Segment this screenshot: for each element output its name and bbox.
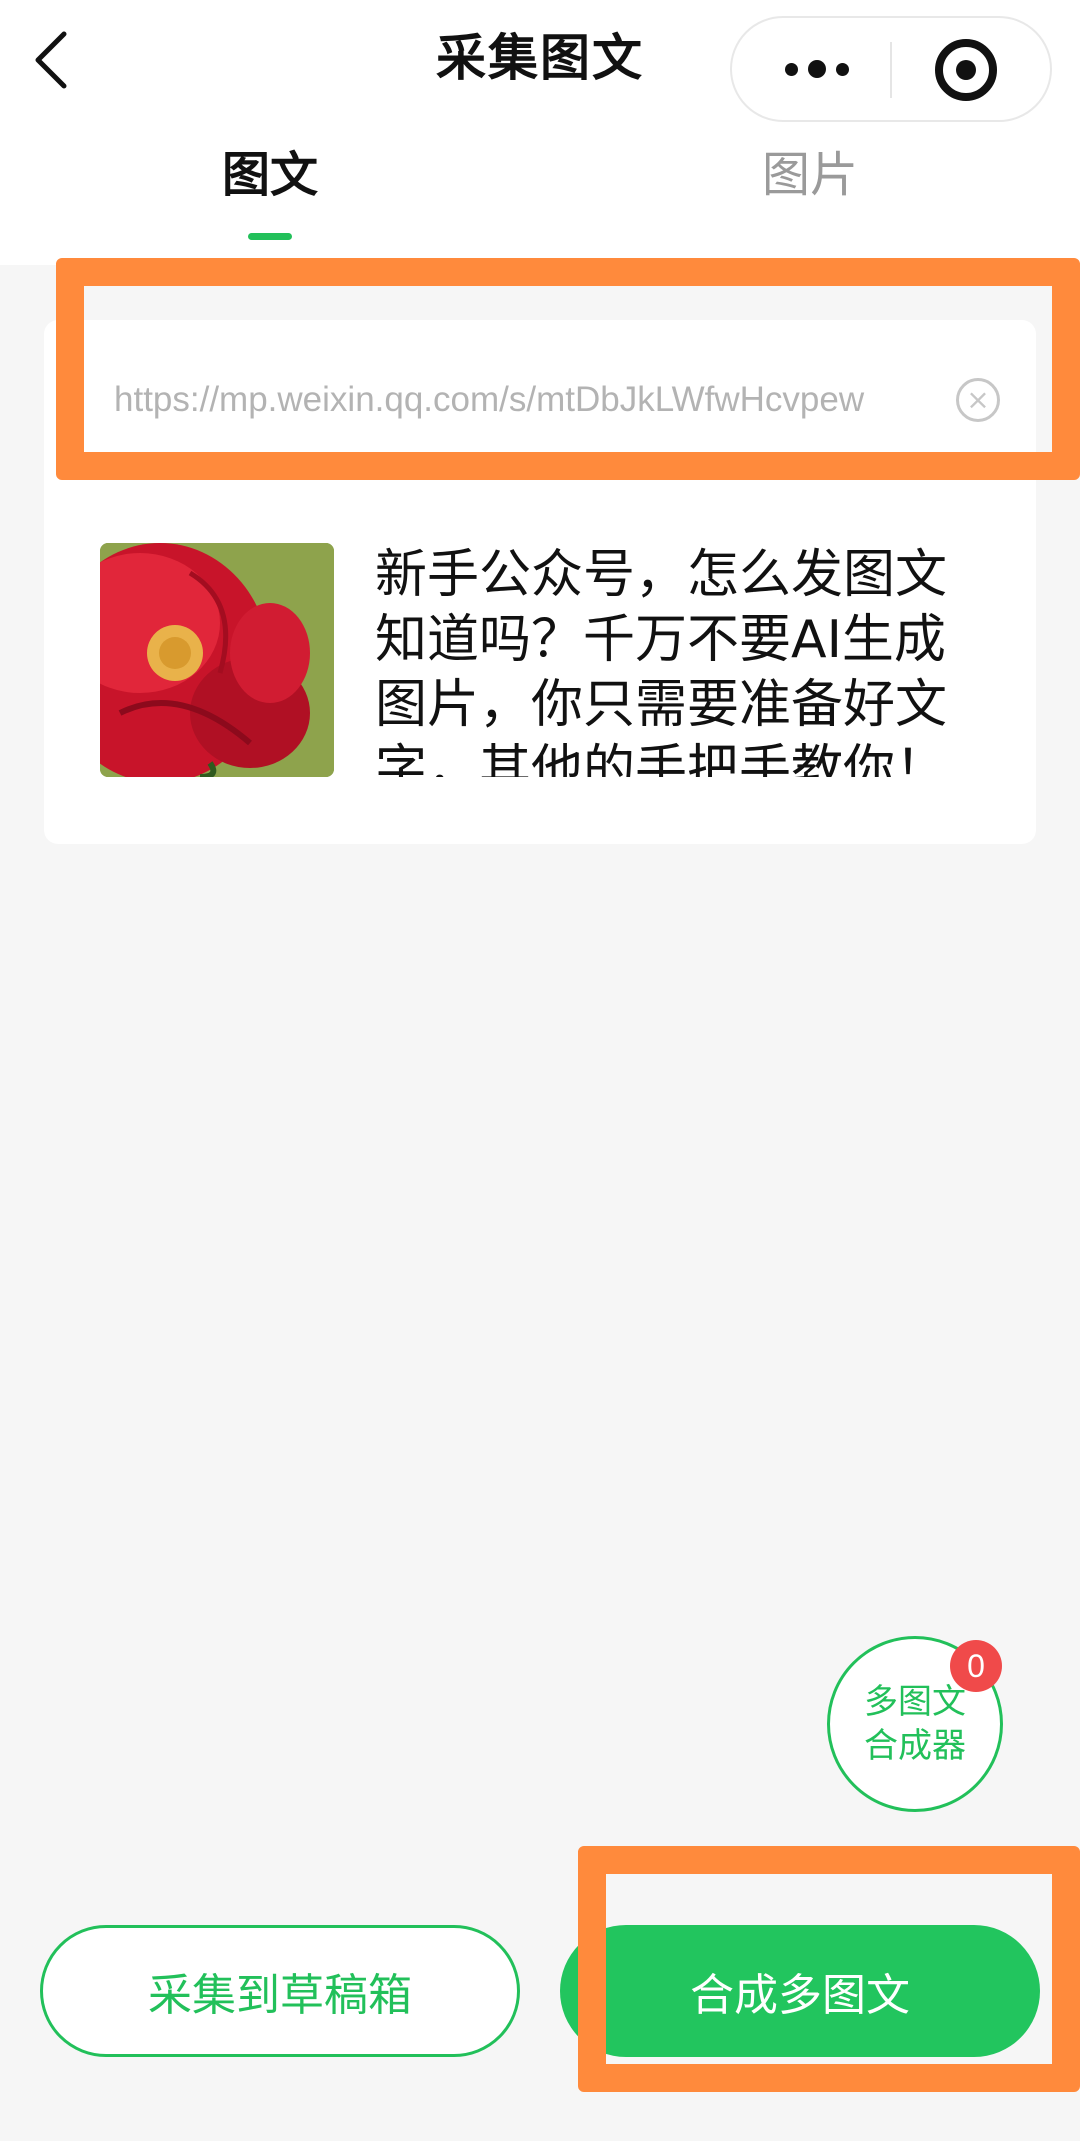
- article-thumbnail: [100, 543, 334, 777]
- header: 采集图文 图文 图片: [0, 0, 1080, 265]
- article-title: 新手公众号，怎么发图文知道吗？千万不要AI生成图片，你只需要准备好文字，其他的手…: [375, 545, 948, 777]
- mini-program-capsule: [730, 16, 1052, 122]
- active-tab-indicator: [248, 233, 292, 240]
- close-mini-program-button[interactable]: [930, 34, 1002, 106]
- capsule-divider: [890, 42, 892, 98]
- highlight-box-url: [56, 258, 1080, 480]
- merger-count-badge: 0: [950, 1640, 1002, 1692]
- highlight-box-merge: [578, 1846, 1080, 2092]
- rose-image: [100, 543, 334, 777]
- merger-label-line2: 合成器: [864, 1726, 966, 1766]
- more-dots-icon: [785, 62, 798, 76]
- tab-articles[interactable]: 图文: [170, 140, 370, 210]
- collect-to-drafts-button[interactable]: 采集到草稿箱: [40, 1925, 520, 2057]
- more-button[interactable]: [752, 18, 882, 120]
- article-preview[interactable]: 新手公众号，怎么发图文知道吗？千万不要AI生成图片，你只需要准备好文字，其他的手…: [100, 543, 1000, 777]
- merger-label-line1: 多图文: [864, 1682, 966, 1722]
- tab-images[interactable]: 图片: [710, 140, 910, 210]
- target-icon: [935, 39, 997, 101]
